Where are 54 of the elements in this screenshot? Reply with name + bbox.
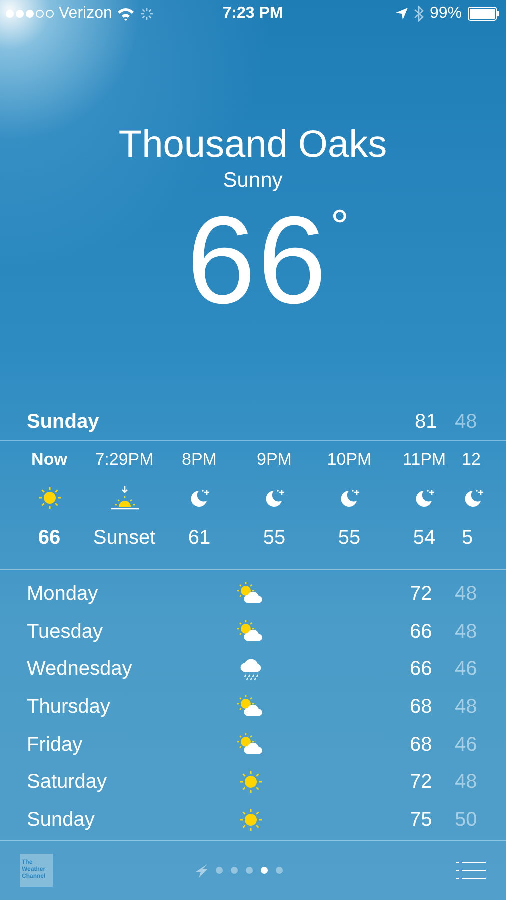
battery-percent: 99% (430, 4, 462, 24)
hour-label: Now (32, 449, 68, 471)
today-day: Sunday (27, 407, 415, 437)
day-name: Friday (27, 732, 84, 758)
day-high: 75 (410, 808, 434, 833)
day-name: Tuesday (27, 620, 104, 645)
day-low: 46 (455, 732, 478, 758)
hour-temperature: 5 (462, 526, 474, 551)
day-high: 66 (410, 620, 434, 645)
hour-temperature: 61 (188, 526, 211, 551)
city-name: Thousand Oaks (118, 123, 388, 168)
day-low: 48 (455, 620, 478, 645)
hour-temperature: 54 (413, 526, 436, 551)
day-high: 72 (410, 582, 434, 607)
condition-text: Sunny (223, 168, 283, 194)
hour-label: 9PM (257, 449, 292, 471)
sunset-icon (110, 485, 140, 511)
sun-icon (36, 485, 62, 511)
carrier-name: Verizon (59, 4, 112, 24)
bluetooth-icon (414, 6, 424, 22)
today-low: 48 (455, 410, 478, 435)
hour-label: 12 (462, 449, 481, 471)
battery-icon (468, 7, 500, 21)
day-low: 48 (455, 770, 478, 796)
hour-temperature: 55 (338, 526, 361, 551)
activity-spinner-icon (140, 7, 154, 21)
day-name: Wednesday (27, 657, 134, 682)
hour-label: 7:29PM (95, 449, 154, 471)
degree-symbol: ° (330, 206, 350, 246)
hour-temperature: Sunset (93, 526, 156, 551)
current-temperature: 66 (186, 206, 329, 316)
hour-label: 8PM (182, 449, 217, 471)
day-name: Saturday (27, 770, 108, 796)
wifi-icon (117, 7, 136, 21)
day-low: 48 (455, 694, 478, 720)
day-high: 66 (410, 657, 434, 682)
hour-temperature: 66 (38, 526, 61, 551)
sun-icon (238, 806, 264, 833)
day-low: 46 (455, 657, 478, 682)
hour-temperature: 55 (263, 526, 286, 551)
today-high: 81 (415, 410, 438, 435)
day-name: Sunday (27, 808, 96, 833)
day-low: 48 (455, 582, 478, 607)
day-name: Monday (27, 582, 100, 607)
sun-icon (238, 769, 264, 796)
hour-label: 11PM (402, 449, 446, 471)
day-high: 68 (410, 732, 434, 758)
day-name: Thursday (27, 694, 112, 720)
clock-time: 7:23 PM (222, 4, 284, 24)
day-high: 68 (410, 694, 434, 720)
day-high: 72 (410, 770, 434, 796)
day-low: 50 (455, 808, 478, 833)
list-icon[interactable] (456, 860, 486, 880)
hour-label: 10PM (327, 449, 372, 471)
